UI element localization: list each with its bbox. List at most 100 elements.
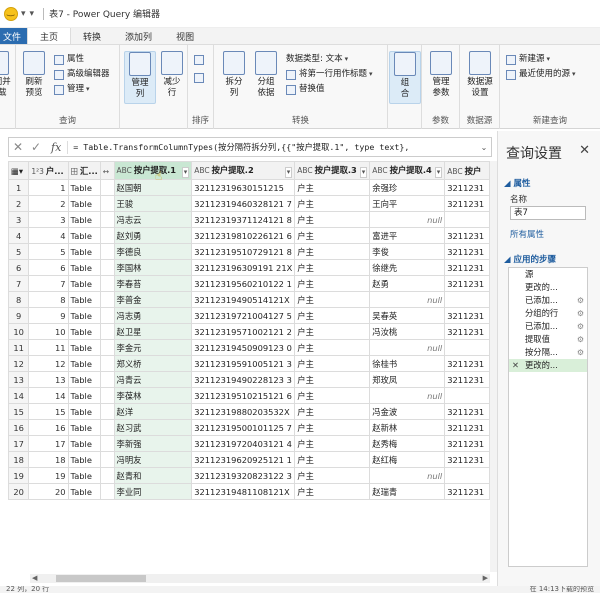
table-row[interactable]: 9 9 Table 冯志勇 32112319721004127 5 户主 吴春英 321123… <box>8 307 490 324</box>
cell[interactable] <box>444 211 490 228</box>
cell[interactable]: 富进平 <box>369 227 446 244</box>
cell[interactable]: 李业同 <box>113 483 193 500</box>
cell[interactable]: 户主 <box>294 227 371 244</box>
cell[interactable]: 户主 <box>294 435 371 452</box>
cell[interactable] <box>99 179 115 196</box>
tab-home[interactable]: 主页 <box>27 28 72 44</box>
cell[interactable]: 户主 <box>294 387 371 404</box>
cell[interactable]: 赵新林 <box>369 419 446 436</box>
cell[interactable] <box>99 339 115 356</box>
cell[interactable]: 李德良 <box>113 243 193 260</box>
cell[interactable]: 3211231 <box>444 227 490 244</box>
scroll-right-icon[interactable]: ▶ <box>483 574 488 582</box>
cell[interactable]: Table <box>67 323 101 340</box>
table-row[interactable]: 11 11 Table 李金元 32112319450909123 0 户主 null <box>8 339 490 356</box>
cell[interactable]: 李新强 <box>113 435 193 452</box>
cell[interactable]: 3211231 <box>444 275 490 292</box>
column-header[interactable]: ABC 按户提取.4 ▾ <box>369 161 446 180</box>
cell[interactable]: Table <box>67 243 101 260</box>
cell[interactable]: 32112319721004127 5 <box>191 307 296 324</box>
cell[interactable] <box>99 467 115 484</box>
cell[interactable] <box>99 227 115 244</box>
advanced-editor-button[interactable]: 高级编辑器 <box>54 68 110 81</box>
formula-input[interactable]: = Table.TransformColumnTypes(按分隔符拆分列,{{"… <box>68 141 477 153</box>
applied-step[interactable]: 提取值 ⚙ <box>509 333 587 346</box>
table-row[interactable]: 8 8 Table 李普金 32112319490514121X 户主 null <box>8 291 490 308</box>
cell[interactable]: 郑义桥 <box>113 355 193 372</box>
manage-button[interactable]: 管理 ▾ <box>54 83 90 96</box>
cell[interactable]: Table <box>67 467 101 484</box>
cell[interactable]: 冯汝桃 <box>369 323 446 340</box>
cell[interactable]: 户主 <box>294 371 371 388</box>
cell[interactable]: 赵青和 <box>113 467 193 484</box>
all-properties-link[interactable]: 所有属性 <box>510 228 544 240</box>
applied-steps-header[interactable]: ◢ 应用的步骤 <box>504 253 556 265</box>
dropdown-arrow-icon[interactable]: ▾ <box>21 9 26 19</box>
cell[interactable]: Table <box>67 435 101 452</box>
cell[interactable] <box>99 211 115 228</box>
table-row[interactable]: 19 19 Table 赵青和 32112319320823122 3 户主 null <box>8 467 490 484</box>
cell[interactable]: null <box>369 211 446 228</box>
scroll-left-icon[interactable]: ◀ <box>32 574 37 582</box>
first-row-header-button[interactable]: 将第一行用作标题 ▾ <box>286 68 373 81</box>
row-number[interactable]: 13 <box>8 371 30 388</box>
filter-dropdown-icon[interactable]: ▾ <box>181 166 190 178</box>
table-row[interactable]: 7 7 Table 李春苔 32112319560210122 1 户主 赵勇 3211231 <box>8 275 490 292</box>
cell[interactable]: 赵红梅 <box>369 451 446 468</box>
cell[interactable]: 17 <box>28 435 69 452</box>
cell[interactable]: 赵习武 <box>113 419 193 436</box>
cell[interactable]: 赵秀梅 <box>369 435 446 452</box>
properties-button[interactable]: 属性 <box>54 53 84 66</box>
cell[interactable]: 户主 <box>294 211 371 228</box>
cell[interactable] <box>99 419 115 436</box>
cell[interactable]: 冯志云 <box>113 211 193 228</box>
cell[interactable]: 赵瑞青 <box>369 483 446 500</box>
cell[interactable]: Table <box>67 259 101 276</box>
gear-icon[interactable]: ⚙ <box>577 333 584 346</box>
row-number[interactable]: 5 <box>8 243 30 260</box>
cell[interactable]: 户主 <box>294 323 371 340</box>
cell[interactable]: 李葆林 <box>113 387 193 404</box>
filter-dropdown-icon[interactable]: ▾ <box>359 166 368 178</box>
row-number[interactable]: 15 <box>8 403 30 420</box>
recent-source-button[interactable]: 最近使用的源 ▾ <box>506 68 576 81</box>
cell[interactable]: 32112319450909123 0 <box>191 339 296 356</box>
table-row[interactable]: 6 6 Table 李国林 321123196309191 21X 户主 徐继先 321123… <box>8 259 490 276</box>
delete-step-icon[interactable]: ✕ <box>512 359 519 372</box>
split-column-button[interactable]: 拆分 列 <box>218 51 250 99</box>
data-source-settings-button[interactable]: 数据源 设置 <box>464 51 496 99</box>
cell[interactable]: 321123196309191 21X <box>191 259 296 276</box>
cell[interactable]: 王骏 <box>113 195 193 212</box>
table-row[interactable]: 10 10 Table 赵卫星 32112319571002121 2 户主 冯汝桃 3211… <box>8 323 490 340</box>
row-number[interactable]: 4 <box>8 227 30 244</box>
cell[interactable]: 户主 <box>294 355 371 372</box>
close-and-load-button[interactable]: 关闭并 上载 <box>0 51 14 99</box>
fx-icon[interactable]: fx <box>45 140 69 154</box>
cell[interactable]: 18 <box>28 451 69 468</box>
row-number[interactable]: 17 <box>8 435 30 452</box>
table-row[interactable]: 2 2 Table 王骏 32112319460328121 7 户主 王向平 3211231 <box>8 195 490 212</box>
table-row[interactable]: 16 16 Table 赵习武 32112319500101125 7 户主 赵新林 3211… <box>8 419 490 436</box>
column-header[interactable]: ABC 按户提取.3 ▾ <box>294 161 371 180</box>
table-row[interactable]: 3 3 Table 冯志云 32112319371124121 8 户主 null <box>8 211 490 228</box>
cell[interactable]: Table <box>67 227 101 244</box>
close-icon[interactable]: ✕ <box>579 143 590 158</box>
cell[interactable]: 王向平 <box>369 195 446 212</box>
gear-icon[interactable]: ⚙ <box>577 307 584 320</box>
cell[interactable]: 14 <box>28 387 69 404</box>
table-row[interactable]: 13 13 Table 冯青云 32112319490228123 3 户主 郑玫凤 3211… <box>8 371 490 388</box>
cell[interactable]: 6 <box>28 259 69 276</box>
cell[interactable]: Table <box>67 339 101 356</box>
replace-values-button[interactable]: 替换值 <box>286 83 325 96</box>
cell[interactable]: 3211231 <box>444 307 490 324</box>
query-name-input[interactable]: 表7 <box>510 206 586 220</box>
cell[interactable]: 户主 <box>294 467 371 484</box>
expand-column-icon[interactable]: ↔ <box>99 161 115 180</box>
table-row[interactable]: 18 18 Table 冯明友 32112319620925121 1 户主 赵红梅 3211… <box>8 451 490 468</box>
cell[interactable] <box>99 307 115 324</box>
cell[interactable]: 16 <box>28 419 69 436</box>
cell[interactable]: 11 <box>28 339 69 356</box>
cell[interactable]: 32112319490228123 3 <box>191 371 296 388</box>
manage-columns-button[interactable]: 管理 列 <box>124 51 156 104</box>
cell[interactable]: null <box>369 291 446 308</box>
